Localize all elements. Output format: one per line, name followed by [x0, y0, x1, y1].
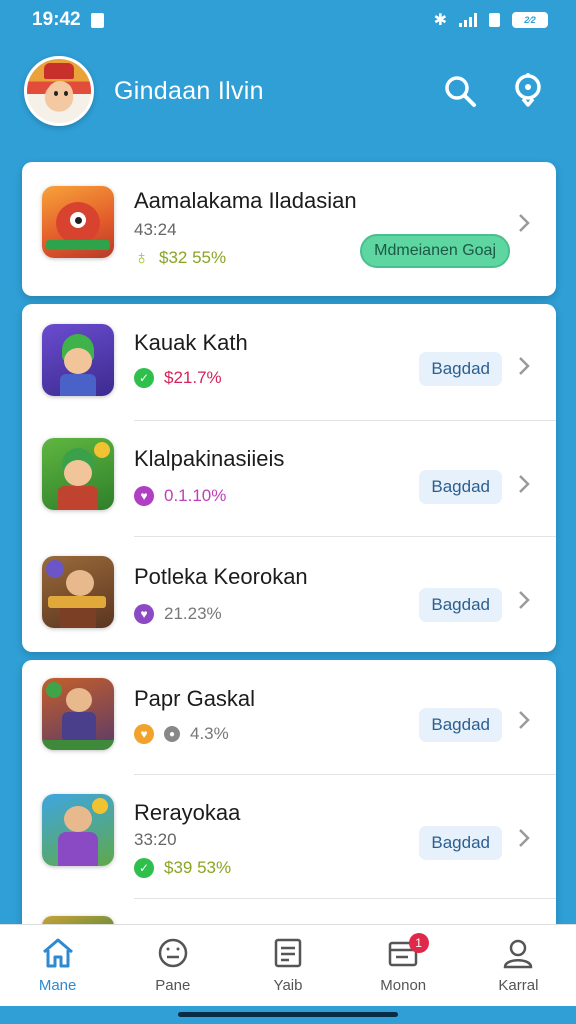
status-bar: 19:42 ✱ 2⁄2	[0, 0, 576, 40]
game-thumbnail	[42, 794, 114, 866]
app-title: Gindaan Ilvin	[114, 76, 264, 105]
notification-icon	[90, 12, 104, 28]
face-icon	[158, 938, 188, 968]
chevron-right-icon[interactable]	[514, 213, 534, 233]
avatar[interactable]	[24, 56, 94, 126]
game-stat-value: 0.1.10%	[164, 486, 227, 505]
divider	[134, 536, 556, 537]
bottom-nav: Mane Pane Yaib 1 Monon Karral	[0, 924, 576, 1006]
game-stat-value: $21.7%	[164, 368, 222, 387]
divider	[134, 420, 556, 421]
sim-icon	[489, 13, 500, 27]
game-action-button[interactable]: Bagdad	[419, 708, 502, 742]
game-stat-value: 21.23%	[164, 604, 222, 623]
home-icon	[42, 938, 73, 968]
chevron-right-icon[interactable]	[514, 590, 534, 610]
featured-action-button[interactable]: Mdmeianen Goaj	[360, 234, 510, 268]
chevron-right-icon[interactable]	[514, 710, 534, 730]
game-thumbnail	[42, 678, 114, 750]
check-icon: ✓	[134, 858, 154, 878]
heart-icon: ♥	[134, 486, 154, 506]
nav-label: Karral	[498, 977, 539, 994]
game-list-card-1: Kauak Kath ✓ $21.7% Bagdad Klalpakinasii…	[22, 304, 556, 652]
game-title: Potleka Keorokan	[134, 564, 308, 589]
divider	[134, 774, 556, 775]
game-stat: ♥ ● 4.3%	[134, 724, 229, 744]
circle-icon: ●	[164, 726, 180, 742]
featured-card[interactable]: Aamalakama Iladasian 43:24 ♁ $32 55% Mdm…	[22, 162, 556, 296]
game-stat: ♥ 0.1.10%	[134, 486, 226, 506]
game-time: 33:20	[134, 830, 177, 849]
nav-pane[interactable]: Pane	[115, 925, 230, 1006]
battery-icon: 2⁄2	[512, 12, 548, 28]
location-button[interactable]	[504, 67, 552, 115]
game-title: Rerayokaa	[134, 800, 241, 825]
bulb-icon: ♁	[134, 247, 149, 269]
nav-home[interactable]: Mane	[0, 925, 115, 1006]
featured-stat: ♁ $32 55%	[134, 248, 226, 268]
featured-time: 43:24	[134, 220, 177, 239]
search-button[interactable]	[436, 67, 484, 115]
status-time: 19:42	[32, 9, 81, 30]
chevron-right-icon[interactable]	[514, 356, 534, 376]
game-action-button[interactable]: Bagdad	[419, 826, 502, 860]
chevron-right-icon[interactable]	[514, 828, 534, 848]
game-stat-value: 4.3%	[190, 724, 229, 743]
location-pin-icon	[515, 73, 541, 107]
divider	[134, 898, 556, 899]
chevron-right-icon[interactable]	[514, 474, 534, 494]
check-icon: ✓	[134, 368, 154, 388]
home-indicator[interactable]	[178, 1012, 398, 1017]
bluetooth-icon: ✱	[433, 12, 447, 29]
game-list-card-2: Papr Gaskal ♥ ● 4.3% Bagdad Rerayokaa 33…	[22, 660, 556, 960]
nav-karral[interactable]: Karral	[461, 925, 576, 1006]
notification-badge: 1	[408, 933, 429, 953]
nav-label: Monon	[380, 977, 427, 994]
app-header: Gindaan Ilvin	[0, 50, 576, 132]
game-thumbnail	[42, 556, 114, 628]
heart-icon: ♥	[134, 604, 154, 624]
featured-stat-value: $32 55%	[159, 248, 227, 267]
heart-icon: ♥	[134, 724, 154, 744]
game-stat-value: $39 53%	[164, 858, 232, 877]
game-thumbnail	[42, 324, 114, 396]
game-stat: ♥ 21.23%	[134, 604, 222, 624]
document-icon	[274, 938, 302, 968]
nav-label: Mane	[38, 977, 77, 994]
game-stat: ✓ $39 53%	[134, 858, 231, 878]
game-stat: ✓ $21.7%	[134, 368, 222, 388]
nav-label: Yaib	[273, 977, 303, 994]
game-title: Papr Gaskal	[134, 686, 256, 711]
featured-title: Aamalakama Iladasian	[134, 188, 357, 213]
nav-label: Pane	[155, 977, 191, 994]
game-thumbnail	[42, 438, 114, 510]
featured-game-thumbnail	[42, 186, 114, 258]
nav-monon[interactable]: 1 Monon	[346, 925, 461, 1006]
game-title: Kauak Kath	[134, 330, 248, 355]
profile-icon	[504, 939, 533, 969]
game-action-button[interactable]: Bagdad	[419, 470, 502, 504]
signal-icon	[459, 13, 477, 27]
nav-yaib[interactable]: Yaib	[230, 925, 345, 1006]
game-action-button[interactable]: Bagdad	[419, 352, 502, 386]
search-icon	[445, 76, 476, 107]
game-action-button[interactable]: Bagdad	[419, 588, 502, 622]
game-title: Klalpakinasiieis	[134, 446, 285, 471]
